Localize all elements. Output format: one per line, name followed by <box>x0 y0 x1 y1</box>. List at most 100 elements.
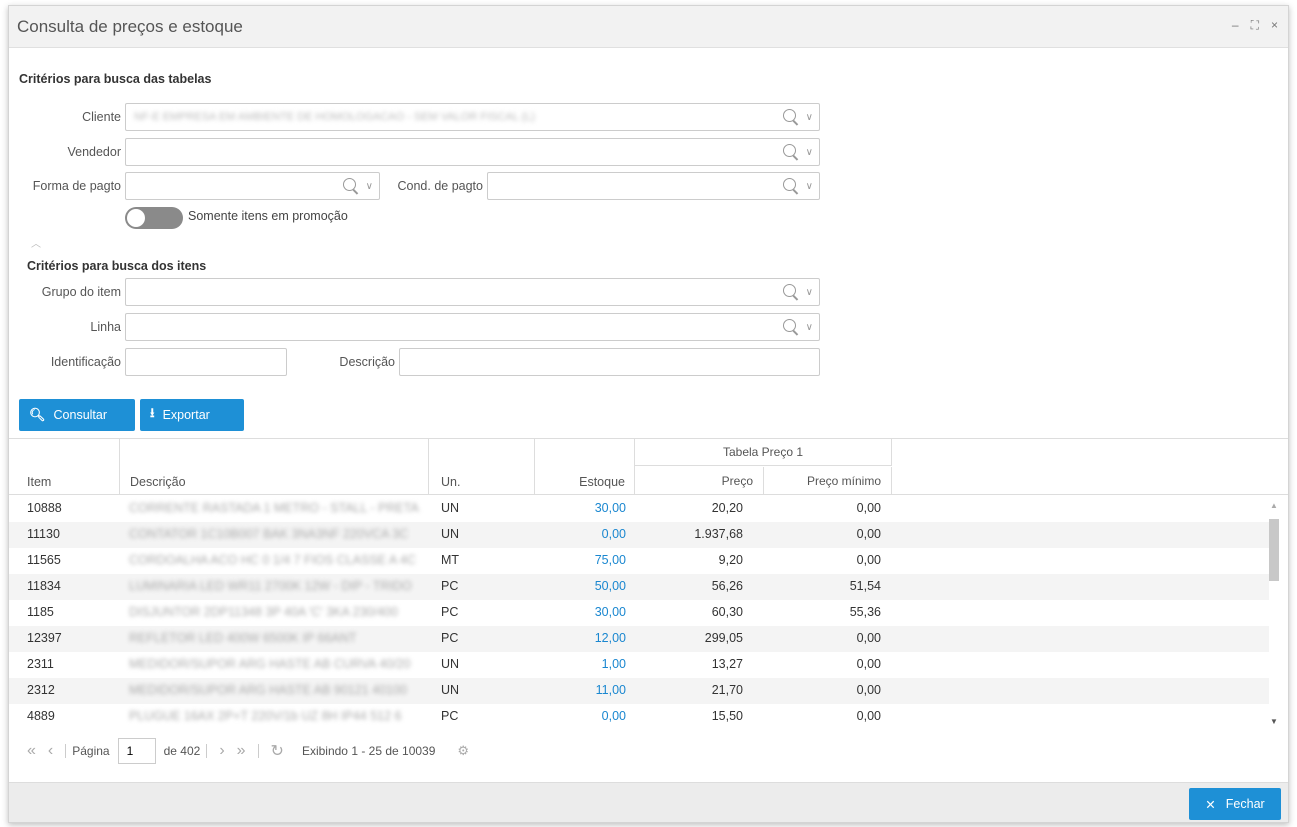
scroll-thumb[interactable] <box>1269 519 1279 581</box>
col-descricao-header[interactable]: Descrição <box>120 439 429 495</box>
forma-pagto-label: Forma de pagto <box>32 179 121 193</box>
col-preco-label: Preço <box>721 474 753 488</box>
chevron-down-icon[interactable]: ∨ <box>806 147 813 158</box>
cell-item: 4889 <box>27 709 55 723</box>
vendedor-field[interactable]: ∨ <box>125 138 820 166</box>
search-icon[interactable] <box>782 108 800 126</box>
pagination-bar: « ‹ Página de 402 › » ↻ Exibindo 1 - 25 … <box>9 734 1288 768</box>
promo-toggle[interactable] <box>125 207 183 229</box>
cell-estoque[interactable]: 75,00 <box>539 553 626 567</box>
window-controls: – ⛶ × <box>1232 18 1278 33</box>
cell-un: UN <box>441 527 460 541</box>
cell-preco: 9,20 <box>718 553 743 567</box>
toggle-knob <box>127 209 145 227</box>
page-count: de 402 <box>163 744 201 758</box>
search-icon[interactable] <box>342 177 360 195</box>
prev-page-icon[interactable]: ‹ <box>48 742 53 760</box>
chevron-down-icon[interactable]: ∨ <box>806 181 813 192</box>
close-icon[interactable]: × <box>1271 18 1278 33</box>
cell-item: 10888 <box>27 501 62 515</box>
table-row[interactable]: 11834 LUMINARIA LED WR11 2700K 12W - DIP … <box>9 574 1269 600</box>
chevron-down-icon[interactable]: ∨ <box>806 112 813 123</box>
col-preco-minimo-header[interactable]: Preço mínimo <box>764 467 892 495</box>
grupo-field[interactable]: ∨ <box>125 278 820 306</box>
cell-estoque[interactable]: 0,00 <box>539 709 626 723</box>
search-icon[interactable] <box>782 318 800 336</box>
col-preco-minimo-label: Preço mínimo <box>806 474 881 488</box>
cell-item: 2311 <box>27 657 54 671</box>
last-page-icon[interactable]: » <box>237 742 246 760</box>
chevron-down-icon[interactable]: ∨ <box>806 287 813 298</box>
cell-preco-minimo: 51,54 <box>849 579 881 593</box>
vendedor-label: Vendedor <box>67 145 121 159</box>
search-icon[interactable] <box>782 283 800 301</box>
table-row[interactable]: 1185 DISJUNTOR 2DP11348 3P 40A 'C' 3KA 23… <box>9 600 1269 626</box>
cell-un: PC <box>441 605 459 619</box>
page-input[interactable] <box>117 738 156 764</box>
descricao-input[interactable] <box>399 348 820 376</box>
cell-preco: 56,26 <box>711 579 743 593</box>
chevron-down-icon[interactable]: ∨ <box>366 181 373 192</box>
tables-criteria-title: Critérios para busca das tabelas <box>19 72 212 86</box>
cell-un: PC <box>441 709 459 723</box>
table-row[interactable]: 4889 PLUGUE 16AX 2P+T 220V/1b UZ 8H IP44 … <box>9 704 1269 730</box>
cell-estoque[interactable]: 12,00 <box>539 631 626 645</box>
divider <box>206 744 208 758</box>
scroll-up-icon[interactable]: ▲ <box>1270 501 1278 510</box>
cliente-value: NF-E EMPRESA EM AMBIENTE DE HOMOLOGACAO … <box>134 111 535 123</box>
vertical-scrollbar[interactable]: ▲ ▼ <box>1266 499 1282 726</box>
table-row[interactable]: 11130 CONTATOR 1C10B007 BAK 3NA3NF 220VCA… <box>9 522 1269 548</box>
search-icon[interactable] <box>782 177 800 195</box>
chevron-down-icon[interactable]: ∨ <box>806 322 813 333</box>
cell-estoque[interactable]: 1,00 <box>539 657 626 671</box>
cell-estoque[interactable]: 30,00 <box>539 501 626 515</box>
divider <box>65 744 67 758</box>
collapse-chevron-icon[interactable]: ︿ <box>31 235 41 250</box>
dialog-window: Consulta de preços e estoque – ⛶ × Crité… <box>8 5 1289 823</box>
table-row[interactable]: 12397 REFLETOR LED 400W 6500K IP 66ANT PC 1… <box>9 626 1269 652</box>
scroll-down-icon[interactable]: ▼ <box>1270 717 1278 726</box>
items-criteria-title: Critérios para busca dos itens <box>27 259 207 273</box>
col-estoque-header[interactable]: Estoque <box>535 439 635 495</box>
linha-field[interactable]: ∨ <box>125 313 820 341</box>
cond-pagto-field[interactable]: ∨ <box>487 172 820 200</box>
table-row[interactable]: 11565 CORDOALHA ACO HC 0 1/4 7 FIOS CLASS… <box>9 548 1269 574</box>
cell-item: 2312 <box>27 683 55 697</box>
consultar-button[interactable]: 🔍︎ Consultar <box>19 399 135 431</box>
forma-pagto-field[interactable]: ∨ <box>125 172 380 200</box>
maximize-icon[interactable]: ⛶ <box>1251 18 1259 33</box>
table-row[interactable]: 2311 MEDIDOR/SUPOR ARG HASTE AB CURVA 40/… <box>9 652 1269 678</box>
identificacao-input[interactable] <box>125 348 287 376</box>
cell-estoque[interactable]: 50,00 <box>539 579 626 593</box>
cell-descricao: DISJUNTOR 2DP11348 3P 40A 'C' 3KA 230/40… <box>129 605 398 619</box>
col-group-tabela-preco: Tabela Preço 1 <box>635 439 892 466</box>
cell-descricao: REFLETOR LED 400W 6500K IP 66ANT <box>129 631 357 645</box>
fechar-button[interactable]: ✕ Fechar <box>1189 788 1281 820</box>
table-row[interactable]: 2312 MEDIDOR/SUPOR ARG HASTE AB 90121 401… <box>9 678 1269 704</box>
cliente-field[interactable]: NF-E EMPRESA EM AMBIENTE DE HOMOLOGACAO … <box>125 103 820 131</box>
title-bar[interactable]: Consulta de preços e estoque – ⛶ × <box>9 6 1288 48</box>
cell-estoque[interactable]: 30,00 <box>539 605 626 619</box>
cell-item: 1185 <box>27 605 54 619</box>
cell-item: 11130 <box>27 527 60 541</box>
col-preco-header[interactable]: Preço <box>635 467 764 495</box>
paging-info: Exibindo 1 - 25 de 10039 <box>301 744 436 758</box>
cell-estoque[interactable]: 11,00 <box>539 683 626 697</box>
cell-preco-minimo: 0,00 <box>856 709 881 723</box>
col-un-header[interactable]: Un. <box>429 439 535 495</box>
cell-preco: 1.937,68 <box>694 527 743 541</box>
refresh-icon[interactable]: ↻ <box>271 741 284 761</box>
cell-preco-minimo: 0,00 <box>856 527 881 541</box>
next-page-icon[interactable]: › <box>219 742 224 760</box>
settings-gears-icon[interactable]: ⚙ <box>457 743 469 759</box>
first-page-icon[interactable]: « <box>27 742 36 760</box>
col-item-header[interactable]: Item <box>9 439 120 495</box>
exportar-button[interactable]: ⭳ Exportar <box>140 399 244 431</box>
exportar-label: Exportar <box>162 408 210 422</box>
minimize-icon[interactable]: – <box>1232 18 1239 33</box>
cell-estoque[interactable]: 0,00 <box>539 527 626 541</box>
search-icon[interactable] <box>782 143 800 161</box>
cell-preco: 13,27 <box>711 657 743 671</box>
col-un-label: Un. <box>441 475 461 489</box>
table-row[interactable]: 10888 CORRENTE RASTADA 1 METRO - STALL - … <box>9 496 1269 522</box>
